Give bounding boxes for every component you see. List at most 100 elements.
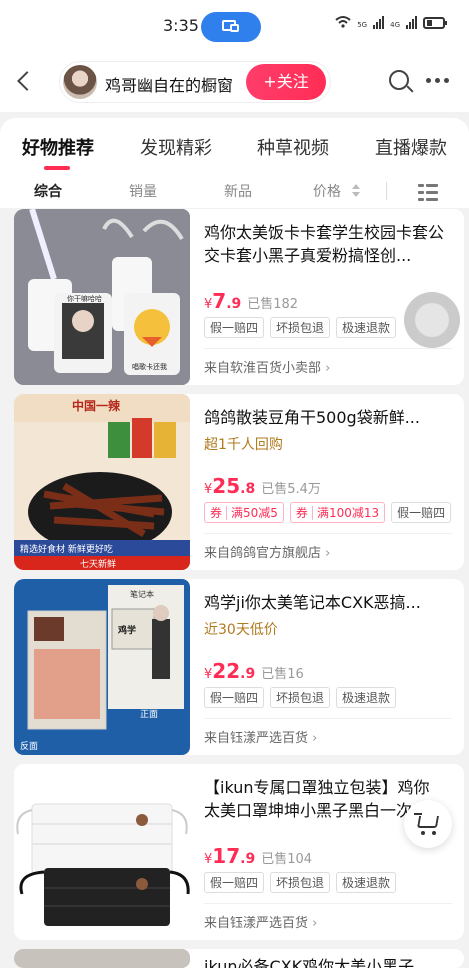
- chip-fake-compensation: 假一赔四: [391, 502, 452, 523]
- chip-fast-refund: 极速退款: [336, 317, 397, 338]
- status-icons: 5G 4G: [335, 15, 447, 29]
- sort-price-arrow-icon: [352, 184, 360, 198]
- notebook-illustration: 笔记本 鸡学 正面 反面: [14, 579, 190, 755]
- chip-fake-compensation: 假一赔四: [204, 317, 265, 338]
- search-icon[interactable]: [389, 70, 409, 90]
- coupon-chip[interactable]: 券满100减13: [289, 502, 386, 523]
- price-currency: ¥: [204, 482, 213, 497]
- chip-fake-compensation: 假一赔四: [204, 872, 265, 893]
- product-card[interactable]: ikun必备CXK鸡你太美小黑子...: [14, 949, 464, 968]
- coupon-text: 满50减5: [231, 506, 278, 520]
- price-row: ¥ 22 .9 已售16: [204, 659, 304, 683]
- store-header: 鸡哥幽自在的橱窗 +关注: [0, 54, 469, 112]
- product-image: [14, 949, 190, 968]
- store-source-link[interactable]: 来自软淮百货小卖部: [204, 357, 330, 376]
- sort-price[interactable]: 价格: [313, 181, 341, 201]
- network-4g-label: 4G: [390, 21, 400, 29]
- price-currency: ¥: [204, 852, 213, 867]
- sort-sales[interactable]: 销量: [129, 181, 157, 201]
- service-chips: 假一赔四 坏损包退 极速退款: [204, 872, 397, 893]
- product-card[interactable]: 【ikun专属口罩独立包装】鸡你太美口罩坤坤小黑子黑白一次... ¥ 17 .9…: [14, 764, 464, 940]
- divider: [204, 348, 452, 349]
- product-title[interactable]: 鸡你太美饭卡卡套学生校园卡套公交卡套小黑子真爱粉搞怪创...: [204, 221, 454, 267]
- product-title[interactable]: ikun必备CXK鸡你太美小黑子...: [204, 955, 454, 968]
- status-time: 3:35: [163, 16, 199, 35]
- cart-icon[interactable]: [404, 800, 452, 848]
- card-holder-illustration: 你干嘛哈哈 唱歌卡还我: [14, 209, 190, 385]
- store-source-link[interactable]: 来自鸽鸽官方旗舰店: [204, 542, 330, 561]
- coupon-chip[interactable]: 券满50减5: [204, 502, 284, 523]
- chip-damage-return: 坏损包退: [270, 687, 331, 708]
- product-image: [14, 764, 190, 940]
- mask-illustration: [14, 764, 190, 940]
- price-row: ¥ 17 .9 已售104: [204, 844, 312, 868]
- price-integer: 17: [212, 844, 241, 868]
- divider: [204, 903, 452, 904]
- thumb-label-3: 七天新鲜: [80, 558, 116, 570]
- thumb-label-1: 笔记本: [130, 589, 154, 599]
- product-card[interactable]: 你干嘛哈哈 唱歌卡还我 鸡你太美饭卡卡套学生校园卡套公交卡套小黑子真爱粉搞怪创.…: [14, 209, 464, 385]
- thumb-label-1: 你干嘛哈哈: [67, 294, 102, 303]
- product-image: 笔记本 鸡学 正面 反面: [14, 579, 190, 755]
- price-integer: 7: [212, 289, 227, 313]
- screen-mirror-icon-overlay: [230, 24, 239, 32]
- sort-bar: 综合 销量 新品 价格: [0, 174, 469, 208]
- store-source-link[interactable]: 来自钰漾严选百货: [204, 727, 317, 746]
- price-decimal: .9: [226, 296, 242, 312]
- chip-damage-return: 坏损包退: [270, 872, 331, 893]
- sold-count: 已售104: [261, 852, 313, 867]
- cart-basket: [416, 816, 440, 828]
- store-source-link[interactable]: 来自钰漾严选百货: [204, 912, 317, 931]
- tab-recommended[interactable]: 好物推荐: [22, 134, 94, 160]
- product-card[interactable]: 笔记本 鸡学 正面 反面 鸡学ji你太美笔记本CXK恶搞... 近30天低价 ¥…: [14, 579, 464, 755]
- layout-list-icon[interactable]: [418, 183, 438, 201]
- thumb-label-4: 反面: [20, 741, 38, 752]
- product-title[interactable]: 【ikun专属口罩独立包装】鸡你太美口罩坤坤小黑子黑白一次...: [204, 776, 436, 822]
- price-decimal: .9: [240, 666, 256, 682]
- network-5g-label: 5G: [357, 21, 368, 29]
- coupon-tag: 券: [295, 506, 313, 520]
- follow-button[interactable]: +关注: [246, 64, 326, 100]
- sold-count: 已售5.4万: [261, 482, 321, 497]
- wifi-icon: [335, 16, 351, 28]
- screen-mirror-pill[interactable]: [201, 12, 261, 42]
- tab-live[interactable]: 直播爆款: [375, 134, 447, 160]
- back-arrow-icon[interactable]: [12, 68, 36, 96]
- status-bar: 3:35 5G 4G: [0, 0, 469, 54]
- thumb-label-2: 唱歌卡还我: [132, 362, 167, 371]
- tab-indicator: [44, 166, 70, 170]
- price-decimal: .9: [240, 851, 256, 867]
- price-decimal: .8: [240, 481, 256, 497]
- signal-1-icon: [373, 15, 385, 29]
- store-name: 鸡哥幽自在的橱窗: [105, 76, 234, 95]
- product-title[interactable]: 鸡学ji你太美笔记本CXK恶搞...: [204, 591, 454, 614]
- price-row: ¥ 25 .8 已售5.4万: [204, 474, 321, 498]
- tab-discover[interactable]: 发现精彩: [140, 134, 212, 160]
- sort-new[interactable]: 新品: [224, 181, 252, 201]
- service-chips: 券满50减5 券满100减13 假一赔四: [204, 502, 452, 523]
- product-card[interactable]: 中国一辣 精选好食材 新鲜更好吃 七天新鲜 鸽鸽散装豆角干500g袋新鲜... …: [14, 394, 464, 570]
- signal-2-icon: [406, 15, 417, 29]
- store-chip[interactable]: 鸡哥幽自在的橱窗 +关注: [60, 62, 330, 102]
- price-currency: ¥: [204, 667, 213, 682]
- product-image: 中国一辣 精选好食材 新鲜更好吃 七天新鲜: [14, 394, 190, 570]
- divider: [204, 533, 452, 534]
- product-title[interactable]: 鸽鸽散装豆角干500g袋新鲜...: [204, 406, 454, 429]
- category-tabs: 好物推荐 发现精彩 种草视频 直播爆款: [0, 118, 469, 174]
- product-image: 你干嘛哈哈 唱歌卡还我: [14, 209, 190, 385]
- battery-icon: [423, 17, 447, 29]
- floating-assistive-button[interactable]: [404, 292, 460, 348]
- more-icon[interactable]: [426, 78, 450, 84]
- thumb-label-1: 中国一辣: [72, 398, 121, 413]
- sort-overall[interactable]: 综合: [34, 181, 62, 201]
- dried-beans-illustration: 中国一辣 精选好食材 新鲜更好吃 七天新鲜: [14, 394, 190, 570]
- thumb-label-3: 正面: [140, 709, 158, 720]
- price-integer: 22: [212, 659, 241, 683]
- divider: [204, 718, 452, 719]
- chip-damage-return: 坏损包退: [270, 317, 331, 338]
- coupon-tag: 券: [210, 506, 228, 520]
- price-currency: ¥: [204, 297, 213, 312]
- service-chips: 假一赔四 坏损包退 极速退款: [204, 687, 397, 708]
- tab-videos[interactable]: 种草视频: [257, 134, 329, 160]
- cart-wheel: [421, 831, 425, 835]
